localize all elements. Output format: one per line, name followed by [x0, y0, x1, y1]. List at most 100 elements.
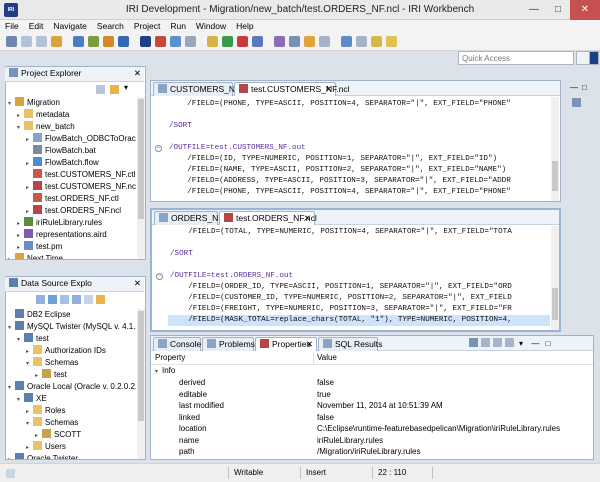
code-line[interactable]: /SORT — [170, 249, 193, 260]
tree-item[interactable]: FlowBatch.bat — [26, 145, 96, 156]
property-row[interactable]: editable true — [151, 389, 593, 400]
filter-icon[interactable] — [36, 295, 45, 304]
run-config-icon[interactable] — [207, 36, 218, 47]
data-source-explorer-tab[interactable]: Data Source Explo ✕ — [5, 277, 144, 292]
tree-item[interactable]: ▸ FlowBatch_ODBCToOracle — [26, 133, 136, 144]
expand-icon[interactable]: ▾ — [17, 335, 24, 346]
menu-window[interactable]: Window — [191, 20, 231, 33]
search-icon[interactable] — [274, 36, 285, 47]
column-header-property[interactable]: Property — [155, 353, 185, 362]
connect-icon[interactable] — [48, 295, 57, 304]
close-icon[interactable]: ✕ — [134, 277, 141, 290]
fast-view-icon[interactable] — [6, 469, 15, 478]
quick-access-input[interactable]: Quick Access — [458, 51, 574, 65]
tree-item[interactable]: ▾ Schemas — [26, 357, 78, 368]
property-row[interactable]: name iriRuleLibrary.rules — [151, 435, 593, 446]
tree-item[interactable]: ▾ Schemas — [26, 417, 78, 428]
expand-icon[interactable]: ▾ — [26, 359, 33, 370]
tree-item[interactable]: ▸ Users — [26, 441, 66, 452]
refresh-icon[interactable] — [72, 295, 81, 304]
code-line[interactable]: /FIELD=(ORDER_ID, TYPE=ASCII, POSITION=1… — [170, 282, 512, 293]
fold-toggle-icon[interactable]: − — [156, 273, 163, 280]
iri-perspective-icon[interactable] — [589, 51, 599, 65]
code-line[interactable]: /FIELD=(PHONE, TYPE=ASCII, POSITION=4, S… — [169, 187, 511, 198]
code-line[interactable]: /FIELD=(PHONE, TYPE=ASCII, POSITION=4, S… — [169, 99, 511, 110]
save-icon[interactable] — [21, 36, 32, 47]
property-row[interactable]: path/Migration/iriRuleLibrary.rules — [151, 446, 593, 457]
database-icon[interactable] — [118, 36, 129, 47]
print-icon[interactable] — [51, 36, 62, 47]
code-line[interactable]: /FIELD=(MASK_TOTAL=replace_chars(TOTAL, … — [170, 315, 512, 326]
open-type-icon[interactable] — [289, 36, 300, 47]
forward-icon[interactable] — [356, 36, 367, 47]
code-line[interactable]: /FIELD=(FREIGHT, TYPE=NUMERIC, POSITION=… — [170, 304, 512, 315]
tree-item[interactable]: test.CUSTOMERS_NF.ctl — [26, 169, 136, 180]
minimize-icon[interactable]: — — [522, 0, 546, 20]
build-icon[interactable] — [103, 36, 114, 47]
tree-item[interactable]: ▸ Next Time — [8, 253, 63, 259]
next-annotation-icon[interactable] — [319, 36, 330, 47]
code-line[interactable]: /FIELD=(TOTAL, TYPE=NUMERIC, POSITION=4,… — [170, 227, 512, 238]
explorer-scrollbar[interactable] — [137, 97, 145, 259]
tree-item[interactable]: ▸ test.ORDERS_NF.ncl — [26, 205, 121, 216]
expand-icon[interactable]: ▾ — [17, 123, 24, 134]
link-icon[interactable] — [96, 295, 105, 304]
column-header-value[interactable]: Value — [317, 353, 337, 362]
tree-item[interactable]: ▸ Oracle Twister — [8, 453, 78, 459]
close-icon[interactable]: ✕ — [306, 338, 313, 351]
code-line[interactable]: /OUTFILE=test.CUSTOMERS_NF.out — [169, 143, 306, 154]
ds-scrollbar[interactable] — [137, 309, 145, 459]
fold-toggle-icon[interactable]: − — [155, 145, 162, 152]
tree-item[interactable]: ▸ iriRuleLibrary.rules — [17, 217, 102, 228]
import-icon[interactable] — [88, 36, 99, 47]
disconnect-icon[interactable] — [60, 295, 69, 304]
tab-sql-results[interactable]: SQL Results — [318, 337, 382, 351]
expand-icon[interactable]: ▾ — [17, 395, 24, 406]
expand-icon[interactable]: ▾ — [8, 99, 15, 110]
view-menu-icon[interactable]: ▾ — [124, 83, 128, 92]
code-line[interactable]: /FIELD=(ID, TYPE=NUMERIC, POSITION=1, SE… — [169, 154, 497, 165]
iri-icon[interactable] — [140, 36, 151, 47]
property-row[interactable]: location C:\Eclipse\runtime-featurebasedp… — [151, 423, 593, 434]
outline-icon[interactable] — [572, 98, 581, 107]
tree-item[interactable]: ▸ test.CUSTOMERS_NF.ncl — [26, 181, 136, 192]
tab-test-customers-nf-ncl[interactable]: test.CUSTOMERS_NF.ncl ✕ — [234, 82, 350, 96]
tree-item[interactable]: ▾ Oracle Local (Oracle v. 0.2.0.2.0 — [8, 381, 136, 392]
tree-item[interactable]: test.ORDERS_NF.ctl — [26, 193, 119, 204]
menu-help[interactable]: Help — [231, 20, 258, 33]
menu-run[interactable]: Run — [165, 20, 191, 33]
tab-console[interactable]: Console — [153, 337, 201, 351]
categories-icon[interactable] — [469, 338, 478, 347]
tree-item[interactable]: ▸ FlowBatch.flow — [26, 157, 99, 168]
new-icon[interactable] — [6, 36, 17, 47]
menu-project[interactable]: Project — [129, 20, 165, 33]
editor2-scrollbar[interactable] — [551, 226, 559, 330]
menu-edit[interactable]: Edit — [24, 20, 49, 33]
code-line[interactable]: /FIELD=(ADDRESS, TYPE=ASCII, POSITION=3,… — [169, 176, 511, 187]
collapse-all-icon[interactable] — [84, 295, 93, 304]
expand-icon[interactable]: ▸ — [8, 255, 15, 259]
tab-orders-nf[interactable]: ORDERS_NF — [154, 211, 223, 225]
menu-file[interactable]: File — [0, 20, 24, 33]
tree-item[interactable]: ▾ new_batch — [17, 121, 75, 132]
project-explorer-tab[interactable]: Project Explorer ✕ — [5, 67, 144, 82]
key-icon[interactable] — [386, 36, 397, 47]
menu-navigate[interactable]: Navigate — [48, 20, 92, 33]
tab-problems[interactable]: Problems — [202, 337, 255, 351]
expand-icon[interactable]: ▾ — [8, 383, 15, 394]
debug-icon[interactable] — [222, 36, 233, 47]
tree-item[interactable]: ▸ Roles — [26, 405, 65, 416]
maximize-icon[interactable]: □ — [545, 339, 550, 348]
tree-item[interactable]: ▾ Migration — [8, 97, 60, 108]
tree-item[interactable]: ▸ SCOTT — [35, 429, 81, 440]
tree-item[interactable]: ▾ MySQL Twister (MySQL v. 4.1.2 — [8, 321, 136, 332]
connect-icon[interactable] — [170, 36, 181, 47]
code-line[interactable]: /SORT — [169, 121, 192, 132]
expand-icon[interactable]: ▾ — [26, 419, 33, 430]
open-perspective-icon[interactable] — [576, 51, 590, 65]
maximize-icon[interactable]: □ — [582, 83, 587, 92]
property-row[interactable]: linked false — [151, 412, 593, 423]
close-icon[interactable]: ✕ — [304, 212, 311, 225]
properties-group-info[interactable]: ▾ Info — [155, 366, 175, 375]
restore-default-icon[interactable] — [493, 338, 502, 347]
